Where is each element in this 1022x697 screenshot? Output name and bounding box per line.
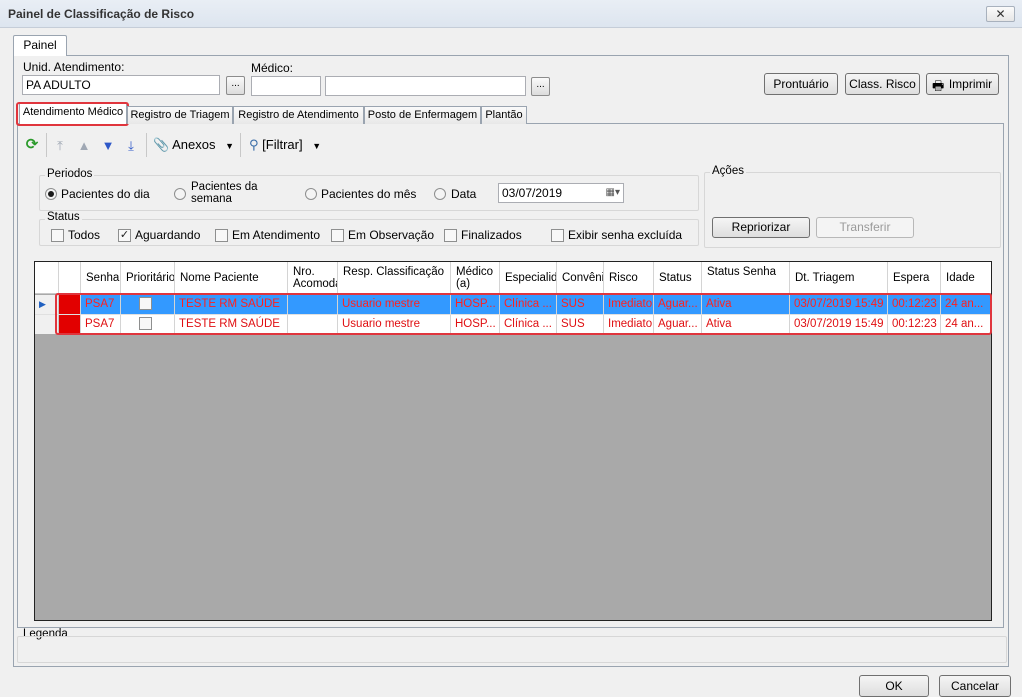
- col-senha[interactable]: Senha: [81, 262, 121, 294]
- filtrar-label: [Filtrar]: [262, 137, 303, 152]
- anexos-dropdown[interactable]: 📎 Anexos ▼: [153, 137, 234, 155]
- toolbar-separator: [46, 133, 47, 157]
- checkbox-aguardando[interactable]: ✓: [118, 229, 131, 242]
- col-convenio[interactable]: Convêni: [557, 262, 604, 294]
- imprimir-button[interactable]: 🖶 Imprimir: [926, 73, 999, 95]
- date-picker[interactable]: 03/07/2019 ▦▾: [498, 183, 624, 203]
- toolbar-separator: [240, 133, 241, 157]
- close-icon: ✕: [995, 7, 1006, 21]
- move-down-icon[interactable]: ▼: [100, 137, 116, 155]
- tab-plantao[interactable]: Plantão: [481, 106, 527, 124]
- chevron-down-icon: ▼: [225, 141, 235, 151]
- em-atendimento-label: Em Atendimento: [232, 228, 321, 242]
- tab-registro-triagem[interactable]: Registro de Triagem: [127, 106, 233, 124]
- em-observacao-label: Em Observação: [348, 228, 435, 242]
- window-title: Painel de Classificação de Risco: [8, 7, 195, 21]
- col-prioritario[interactable]: Prioritário: [121, 262, 175, 294]
- radio-pacientes-mes[interactable]: [305, 188, 317, 200]
- legenda-panel: [17, 636, 1007, 663]
- radio-data[interactable]: [434, 188, 446, 200]
- chevron-down-icon: ▼: [312, 141, 322, 151]
- checkbox-em-atendimento[interactable]: [215, 229, 228, 242]
- filter-icon: ⚲: [249, 137, 259, 152]
- row-header-column: [35, 262, 59, 294]
- tab-posto-enfermagem[interactable]: Posto de Enfermagem: [364, 106, 481, 124]
- checkbox-em-observacao[interactable]: [331, 229, 344, 242]
- col-status-senha[interactable]: Status Senha: [702, 262, 790, 294]
- col-dt-triagem[interactable]: Dt. Triagem: [790, 262, 888, 294]
- repriorizar-button[interactable]: Repriorizar: [712, 217, 810, 238]
- unid-label: Unid. Atendimento:: [23, 60, 125, 74]
- printer-icon: 🖶: [932, 78, 945, 93]
- class-risco-button[interactable]: Class. Risco: [845, 73, 920, 95]
- col-resp-classificacao[interactable]: Resp. Classificação: [338, 262, 451, 294]
- col-nro-acomodacao[interactable]: Nro. Acomoda: [288, 262, 338, 294]
- medico-name-input[interactable]: [325, 76, 526, 96]
- medico-label: Médico:: [251, 61, 294, 75]
- transferir-button[interactable]: Transferir: [816, 217, 914, 238]
- highlight-active-tab: [16, 102, 129, 126]
- col-medico[interactable]: Médico (a): [451, 262, 500, 294]
- risk-color-column: [59, 262, 81, 294]
- unid-input[interactable]: PA ADULTO: [22, 75, 220, 95]
- tab-painel[interactable]: Painel: [13, 35, 67, 56]
- acoes-label: Ações: [710, 165, 746, 177]
- radio-pacientes-dia[interactable]: [45, 188, 57, 200]
- prontuario-button[interactable]: Prontuário: [764, 73, 838, 95]
- refresh-icon[interactable]: ⟳: [22, 136, 42, 154]
- move-bottom-icon[interactable]: ⤓: [123, 137, 139, 155]
- col-especialidade[interactable]: Especialida: [500, 262, 557, 294]
- radio-pacientes-semana[interactable]: [174, 188, 186, 200]
- title-bar: Painel de Classificação de Risco ✕: [0, 0, 1022, 28]
- periodos-label: Periodos: [45, 168, 95, 180]
- checkbox-exibir-senha-excluida[interactable]: [551, 229, 564, 242]
- imprimir-label: Imprimir: [948, 77, 993, 91]
- col-nome-paciente[interactable]: Nome Paciente: [175, 262, 288, 294]
- move-top-icon[interactable]: ⤒: [52, 137, 68, 155]
- col-risco[interactable]: Risco: [604, 262, 654, 294]
- medico-code-input[interactable]: [251, 76, 321, 96]
- unid-lookup-button[interactable]: ...: [226, 76, 245, 95]
- exibir-senha-label: Exibir senha excluída: [568, 228, 683, 242]
- col-status[interactable]: Status: [654, 262, 702, 294]
- filtrar-dropdown[interactable]: ⚲ [Filtrar] ▼: [249, 137, 321, 155]
- col-idade[interactable]: Idade: [941, 262, 991, 294]
- date-value: 03/07/2019: [502, 186, 563, 200]
- grid-header: Senha Prioritário Nome Paciente Nro. Aco…: [35, 262, 991, 294]
- toolbar-separator: [146, 133, 147, 157]
- tab-registro-atendimento[interactable]: Registro de Atendimento: [233, 106, 364, 124]
- move-up-icon[interactable]: ▲: [76, 137, 92, 155]
- checkbox-todos[interactable]: [51, 229, 64, 242]
- finalizados-label: Finalizados: [461, 228, 522, 242]
- checkbox-finalizados[interactable]: [444, 229, 457, 242]
- col-espera[interactable]: Espera: [888, 262, 941, 294]
- paperclip-icon: 📎: [153, 137, 170, 152]
- pacientes-dia-label: Pacientes do dia: [61, 187, 150, 201]
- highlight-rows: [55, 293, 992, 335]
- todos-label: Todos: [68, 228, 101, 242]
- pacientes-mes-label: Pacientes do mês: [321, 187, 417, 201]
- medico-lookup-button[interactable]: ...: [531, 77, 550, 96]
- close-button[interactable]: ✕: [986, 6, 1015, 22]
- data-label: Data: [451, 187, 477, 201]
- pacientes-semana-label: Pacientes da semana: [191, 181, 258, 205]
- calendar-icon[interactable]: ▦▾: [606, 184, 620, 202]
- status-label: Status: [45, 211, 82, 223]
- aguardando-label: Aguardando: [135, 228, 201, 242]
- anexos-label: Anexos: [172, 137, 216, 152]
